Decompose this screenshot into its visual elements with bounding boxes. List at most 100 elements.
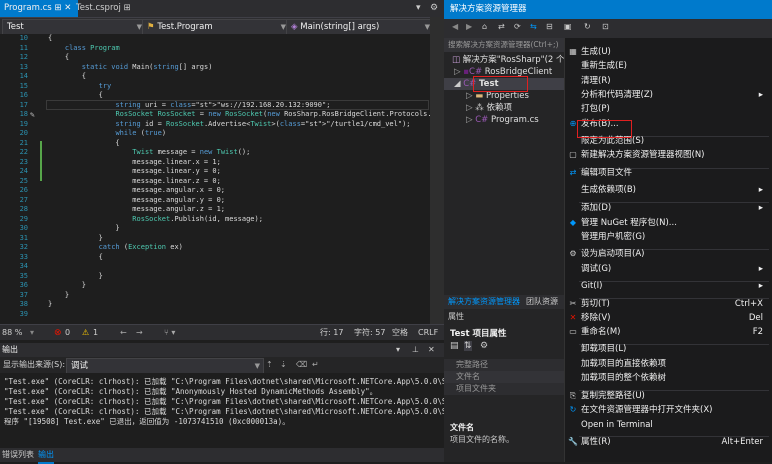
solution-search-input[interactable]: 搜索解决方案资源管理器(Ctrl+;) — [444, 38, 564, 52]
property-row[interactable]: 文件名 — [444, 371, 564, 383]
menu-item[interactable]: ✂ 剪切(T) Ctrl+X — [565, 297, 772, 311]
preview-icon[interactable]: ⊡ — [602, 22, 609, 31]
tree-item-dependencies[interactable]: ▷ ⁂ 依赖项 — [466, 102, 512, 114]
tree-item-solution[interactable]: ◫ 解决方案"RosSharp"(2 个 — [452, 54, 565, 66]
menu-item[interactable]: Git(I) ▸ — [565, 279, 772, 293]
property-name: 项目文件夹 — [456, 384, 496, 393]
menu-item[interactable]: 卸载项目(L) — [565, 342, 772, 356]
menu-item-label: 添加(D) — [581, 203, 612, 213]
tree-item-program-cs[interactable]: ▷ C# Program.cs — [466, 114, 539, 126]
zoom-level[interactable]: 88 % — [2, 325, 22, 341]
pin-icon[interactable]: ⊞ — [124, 3, 131, 13]
error-icon[interactable]: ⊗ — [54, 325, 62, 341]
editor-status-bar: 88 % ▾ ⊗ 0 ⚠ 1 ← → ⑂ ▾ 行: 17 字符: 57 空格 C… — [0, 324, 444, 340]
categorized-icon[interactable]: ▤ — [450, 341, 459, 351]
menu-item[interactable]: ⚙ 设为启动项目(A) — [565, 247, 772, 261]
find-message-icon[interactable]: ⇡ — [266, 357, 273, 373]
chevron-down-icon[interactable]: ▾ — [30, 325, 34, 341]
expand-arrow-icon[interactable]: ▷ — [466, 103, 475, 113]
word-wrap-icon[interactable]: ↵ — [312, 357, 319, 373]
menu-item-label: Open in Terminal — [581, 420, 653, 430]
menu-item[interactable]: 重新生成(E) — [565, 59, 772, 73]
pending-changes-icon[interactable]: ⟳ — [514, 22, 521, 31]
expand-arrow-icon[interactable]: ▷ — [454, 67, 463, 77]
tab-team-explorer[interactable]: 团队资源 — [526, 295, 558, 309]
line-ending: CRLF — [418, 328, 439, 337]
switch-views-icon[interactable]: ⇄ — [498, 22, 505, 31]
next-message-icon[interactable]: ⇣ — [280, 357, 287, 373]
alphabetical-icon[interactable]: ⇅ — [464, 341, 472, 351]
warning-icon[interactable]: ⚠ — [82, 325, 89, 341]
property-row[interactable]: 完整路径 — [444, 359, 564, 371]
code-line: message.angular.x = 0; — [48, 186, 226, 194]
code-line: while (true) — [115, 129, 167, 137]
code-line: } — [48, 233, 103, 242]
menu-item[interactable]: 清理(R) — [565, 74, 772, 88]
expand-arrow-icon[interactable]: ▷ — [466, 115, 475, 125]
menu-item[interactable]: ⇄ 编辑项目文件 — [565, 166, 772, 180]
back-icon[interactable]: ◀ — [452, 22, 458, 31]
close-icon[interactable]: ✕ — [64, 3, 71, 13]
menu-item[interactable]: 分析和代码清理(Z) ▸ — [565, 88, 772, 102]
previous-issue-icon[interactable]: ← — [120, 325, 127, 341]
tab-error-list[interactable]: 错误列表 — [2, 448, 34, 462]
class-dropdown[interactable]: ⚑ Test.Program ▼ — [142, 19, 290, 35]
clear-all-icon[interactable]: ⌫ — [296, 357, 307, 373]
tab-menu-icon[interactable]: ▾ — [416, 0, 421, 17]
show-all-files-icon[interactable]: ▣ — [564, 22, 572, 31]
tab-program-cs[interactable]: Program.cs ⊞ ✕ — [0, 0, 78, 17]
tab-solution-explorer[interactable]: 解决方案资源管理器 — [448, 295, 520, 309]
window-menu-icon[interactable]: ▾ — [396, 343, 400, 357]
vertical-scrollbar[interactable] — [430, 17, 444, 324]
menu-item[interactable]: 加载项目的整个依赖树 — [565, 371, 772, 385]
menu-item-label: 新建解决方案资源管理器视图(N) — [581, 150, 705, 160]
pin-icon[interactable]: ⊥ — [412, 343, 419, 357]
menu-item[interactable]: ▭ 重命名(M) F2 — [565, 325, 772, 339]
forward-icon[interactable]: ▶ — [466, 22, 472, 31]
sync-icon[interactable]: ⇆ — [530, 22, 537, 31]
next-issue-icon[interactable]: → — [136, 325, 143, 341]
menu-item[interactable]: 管理用户机密(G) — [565, 230, 772, 244]
code-line: class Program — [64, 43, 120, 52]
menu-item-label: 加载项目的直接依赖项 — [581, 359, 667, 369]
code-line: } — [48, 281, 86, 289]
code-line: { — [48, 91, 103, 99]
member-dropdown[interactable]: ◈ Main(string[] args) ▼ — [286, 19, 434, 35]
pin-icon[interactable]: ⊞ — [54, 3, 61, 13]
menu-item[interactable]: ▦ 生成(U) — [565, 45, 772, 59]
menu-item[interactable]: 加载项目的直接依赖项 — [565, 357, 772, 371]
menu-item[interactable]: ↻ 在文件资源管理器中打开文件夹(X) — [565, 403, 772, 417]
output-title: 输出 — [2, 345, 18, 354]
project-dropdown[interactable]: Test ▼ — [2, 19, 146, 35]
menu-item[interactable]: 调试(G) ▸ — [565, 262, 772, 276]
expand-arrow-icon[interactable]: ▷ — [466, 91, 475, 101]
property-row[interactable]: 项目文件夹 — [444, 383, 564, 395]
collapse-all-icon[interactable]: ⊟ — [546, 22, 553, 31]
menu-item[interactable]: 生成依赖项(B) ▸ — [565, 183, 772, 197]
collapse-arrow-icon[interactable]: ◢ — [454, 79, 463, 89]
git-branch-icon[interactable]: ⑂ ▾ — [164, 325, 175, 341]
tab-test-csproj[interactable]: Test.csproj ⊞ — [72, 0, 156, 17]
csharp-file-icon: C# — [475, 115, 492, 125]
menu-item[interactable]: Open in Terminal — [565, 418, 772, 432]
close-icon[interactable]: ✕ — [428, 343, 435, 357]
menu-item[interactable]: ▢ 新建解决方案资源管理器视图(N) — [565, 148, 772, 162]
menu-item[interactable]: ✕ 移除(V) Del — [565, 311, 772, 325]
menu-item[interactable]: 🔧 属性(R) Alt+Enter — [565, 435, 772, 449]
menu-item-label: Git(I) — [581, 281, 603, 291]
menu-item[interactable]: ⎘ 复制完整路径(U) — [565, 389, 772, 403]
settings-icon[interactable]: ⚙ — [430, 0, 438, 17]
output-source-label: 显示输出来源(S): — [3, 360, 66, 369]
edit-icon: ⇄ — [569, 168, 577, 177]
menu-item[interactable]: ◆ 管理 NuGet 程序包(N)... — [565, 216, 772, 230]
output-source-dropdown[interactable]: 调试 ▼ — [66, 358, 264, 374]
menu-item[interactable]: 打包(P) — [565, 102, 772, 116]
refresh-icon[interactable]: ↻ — [584, 22, 591, 31]
menu-item[interactable]: 添加(D) ▸ — [565, 201, 772, 215]
property-description-title: 文件名 — [450, 423, 474, 432]
property-pages-icon[interactable]: ⚙ — [480, 341, 488, 351]
tree-item-label: 解决方案"RosSharp"(2 个 — [462, 55, 565, 65]
output-text[interactable]: "Test.exe" (CoreCLR: clrhost): 已加载 "C:\P… — [0, 373, 444, 448]
home-icon[interactable]: ⌂ — [482, 22, 487, 31]
code-editor[interactable]: 10 11 12 13 14 15 16 17 18 19 20 21 22 23 24 25 26 27 28 29… — [0, 34, 430, 324]
